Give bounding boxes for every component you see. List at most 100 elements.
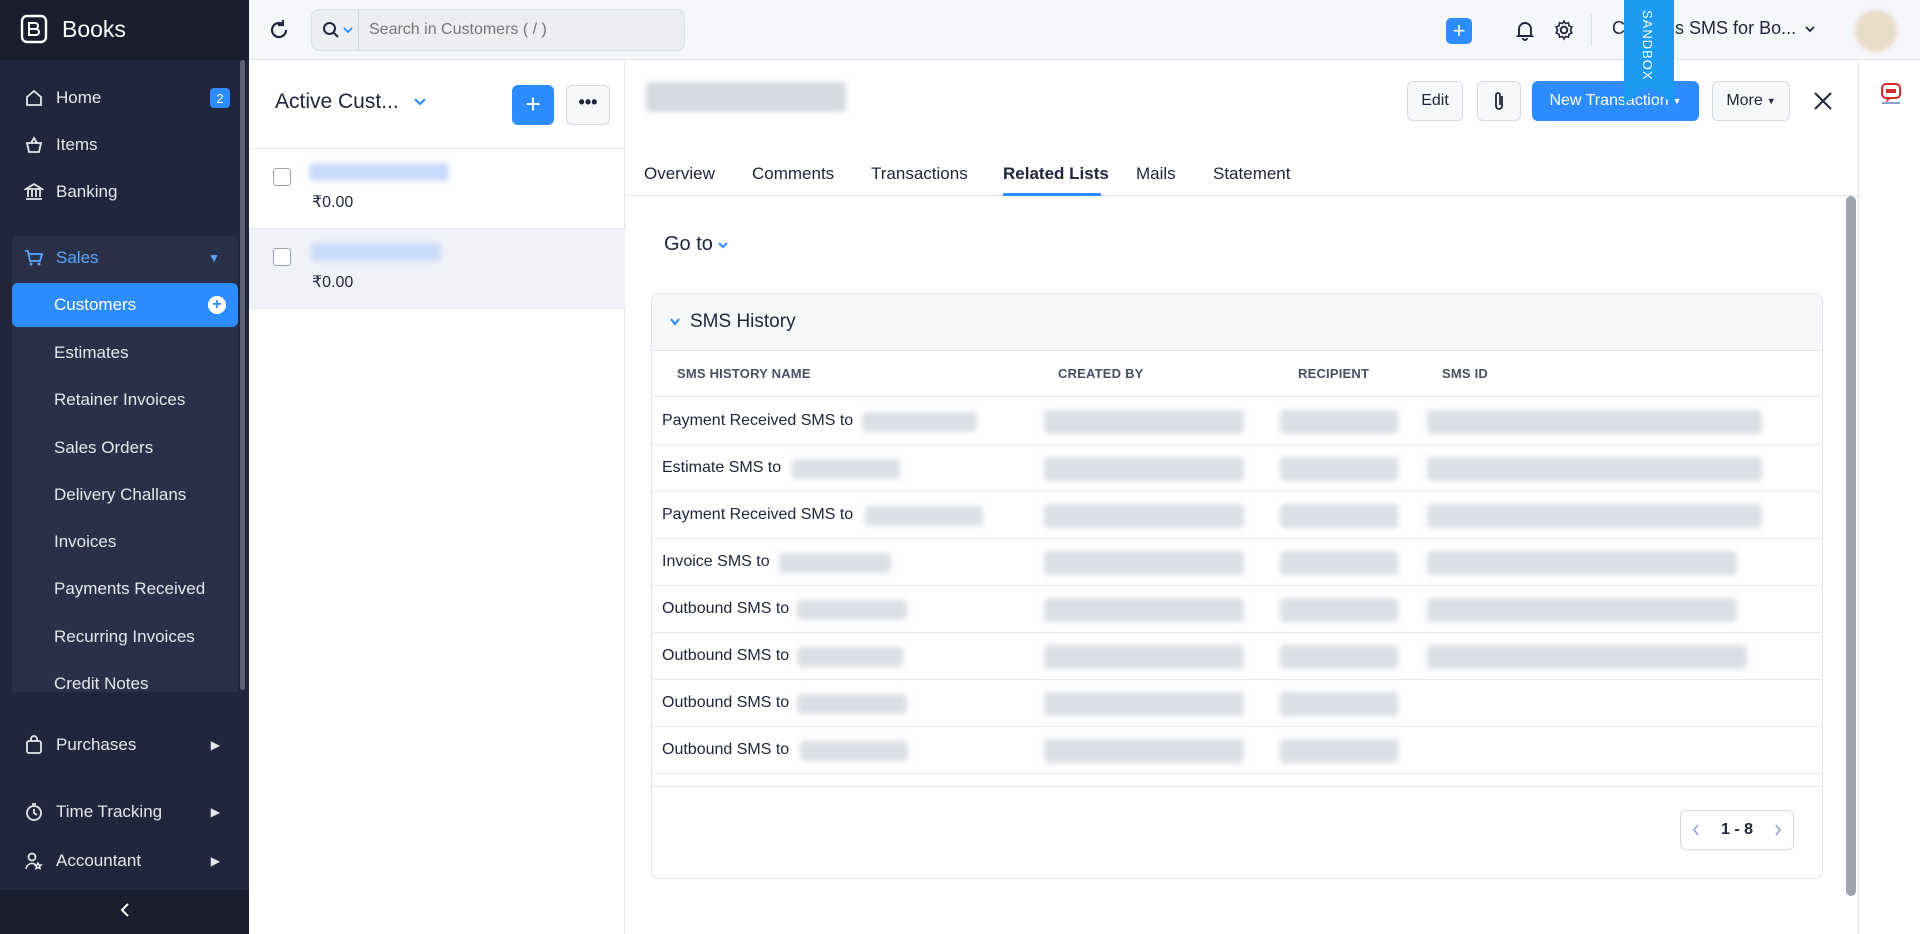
top-bar: SANDBOX + Cequens SMS for Bo... bbox=[249, 0, 1920, 104]
table-row[interactable]: Payment Received SMS to bbox=[652, 398, 1822, 445]
chevron-down-icon bbox=[670, 318, 680, 326]
sidebar-item-purchases[interactable]: Purchases ▶ bbox=[12, 723, 238, 767]
sidebar-item-customers[interactable]: Customers + bbox=[12, 283, 238, 327]
sidebar-item-banking[interactable]: Banking bbox=[12, 170, 238, 214]
customer-title-redacted bbox=[646, 82, 846, 112]
redacted-sms-id bbox=[1427, 598, 1737, 622]
sms-history-name[interactable]: Payment Received SMS to bbox=[662, 506, 853, 524]
sms-history-name[interactable]: Estimate SMS to bbox=[662, 459, 781, 477]
collapse-sidebar-button[interactable] bbox=[0, 890, 249, 934]
tab-comments[interactable]: Comments bbox=[752, 164, 834, 184]
table-row[interactable]: Estimate SMS to bbox=[652, 445, 1822, 492]
sidebar-item-estimates[interactable]: Estimates bbox=[12, 331, 238, 375]
table-header: SMS HISTORY NAME CREATED BY RECIPIENT SM… bbox=[652, 351, 1822, 397]
sidebar-item-invoices[interactable]: Invoices bbox=[12, 520, 238, 564]
table-row[interactable]: Outbound SMS to bbox=[652, 633, 1822, 680]
redacted-recipient bbox=[797, 647, 903, 667]
tab-transactions[interactable]: Transactions bbox=[871, 164, 968, 184]
sidebar-item-payments-received[interactable]: Payments Received bbox=[12, 567, 238, 611]
paperclip-icon bbox=[1495, 92, 1503, 110]
redacted-recipient bbox=[792, 459, 900, 479]
notification-badge: 2 bbox=[210, 88, 230, 108]
chevron-right-icon[interactable] bbox=[1773, 823, 1783, 837]
refresh-icon[interactable] bbox=[267, 18, 291, 42]
table-row[interactable]: Outbound SMS to bbox=[652, 727, 1822, 774]
redacted-recipient-number bbox=[1280, 410, 1398, 434]
tab-divider bbox=[626, 195, 1858, 196]
gear-icon[interactable] bbox=[1552, 18, 1576, 42]
customer-receivable: ₹0.00 bbox=[312, 194, 354, 211]
caret-right-icon: ▶ bbox=[210, 854, 220, 868]
sms-history-name[interactable]: Outbound SMS to bbox=[662, 600, 789, 618]
search-input[interactable] bbox=[359, 21, 659, 39]
redacted-recipient-number bbox=[1280, 692, 1398, 716]
row-checkbox[interactable] bbox=[273, 248, 291, 266]
bell-icon[interactable] bbox=[1513, 18, 1537, 42]
tab-statement[interactable]: Statement bbox=[1213, 164, 1291, 184]
redacted-sms-id bbox=[1427, 645, 1747, 669]
right-rail bbox=[1858, 60, 1920, 934]
section-title: SMS History bbox=[690, 311, 796, 332]
brand[interactable]: Books bbox=[0, 0, 249, 60]
sidebar-item-retainer-invoices[interactable]: Retainer Invoices bbox=[12, 378, 238, 422]
list-title: Active Cust... bbox=[275, 90, 399, 113]
sidebar-item-delivery-challans[interactable]: Delivery Challans bbox=[12, 473, 238, 517]
sidebar-item-label: Estimates bbox=[54, 343, 129, 362]
sms-history-name[interactable]: Invoice SMS to bbox=[662, 553, 770, 571]
close-icon[interactable] bbox=[1812, 90, 1834, 112]
sidebar-item-label: Customers bbox=[54, 295, 137, 314]
sms-history-name[interactable]: Payment Received SMS to bbox=[662, 412, 853, 430]
tab-overview[interactable]: Overview bbox=[644, 164, 715, 184]
redacted-recipient bbox=[862, 412, 977, 432]
pagination[interactable]: 1 - 8 bbox=[1680, 810, 1794, 850]
attachment-button[interactable] bbox=[1477, 81, 1521, 121]
accountant-icon bbox=[22, 849, 46, 873]
sms-history-name[interactable]: Outbound SMS to bbox=[662, 741, 789, 759]
sidebar-item-label: Recurring Invoices bbox=[54, 627, 195, 646]
more-options-button[interactable]: ••• bbox=[566, 85, 610, 125]
add-customer-icon[interactable]: + bbox=[208, 296, 226, 314]
sidebar-item-items[interactable]: Items bbox=[12, 123, 238, 167]
list-item[interactable]: ₹0.00 bbox=[249, 229, 625, 309]
detail-scrollbar[interactable] bbox=[1846, 196, 1856, 896]
chevron-left-icon bbox=[118, 902, 132, 923]
search-bar[interactable] bbox=[311, 9, 685, 51]
redacted-recipient-number bbox=[1280, 598, 1398, 622]
more-button[interactable]: More ▼ bbox=[1712, 81, 1790, 121]
sidebar-item-sales[interactable]: Sales ▼ bbox=[12, 236, 238, 280]
table-footer-divider bbox=[652, 786, 1822, 787]
sidebar-item-accountant[interactable]: Accountant ▶ bbox=[12, 839, 238, 883]
table-row[interactable]: Outbound SMS to bbox=[652, 586, 1822, 633]
sidebar-item-recurring-invoices[interactable]: Recurring Invoices bbox=[12, 615, 238, 659]
edit-button[interactable]: Edit bbox=[1407, 81, 1463, 121]
chevron-left-icon[interactable] bbox=[1691, 823, 1701, 837]
sidebar-item-time-tracking[interactable]: Time Tracking ▶ bbox=[12, 790, 238, 834]
sms-history-header[interactable]: SMS History bbox=[652, 294, 1822, 351]
quick-create-button[interactable]: + bbox=[1446, 18, 1472, 44]
table-row[interactable]: Payment Received SMS to bbox=[652, 492, 1822, 539]
customer-name-redacted bbox=[309, 163, 449, 181]
add-customer-button[interactable]: + bbox=[512, 85, 554, 125]
list-item[interactable]: ₹0.00 bbox=[249, 149, 625, 229]
redacted-created-by bbox=[1044, 504, 1244, 528]
row-checkbox[interactable] bbox=[273, 168, 291, 186]
sidebar-scrollbar[interactable] bbox=[240, 60, 245, 690]
sidebar-item-credit-notes[interactable]: Credit Notes bbox=[12, 662, 238, 706]
goto-dropdown[interactable]: Go to bbox=[664, 233, 729, 256]
redacted-recipient-number bbox=[1280, 504, 1398, 528]
table-row[interactable]: Invoice SMS to bbox=[652, 539, 1822, 586]
list-view-selector[interactable]: Active Cust... bbox=[275, 90, 427, 114]
table-row[interactable]: Outbound SMS to bbox=[652, 680, 1822, 727]
app-widget-icon[interactable] bbox=[1879, 82, 1903, 106]
column-header: SMS HISTORY NAME bbox=[677, 366, 811, 381]
tab-related-lists[interactable]: Related Lists bbox=[1003, 164, 1109, 184]
avatar[interactable] bbox=[1855, 10, 1897, 52]
tab-mails[interactable]: Mails bbox=[1136, 164, 1176, 184]
sidebar-item-sales-orders[interactable]: Sales Orders bbox=[12, 426, 238, 470]
search-icon[interactable] bbox=[322, 21, 358, 39]
sms-history-name[interactable]: Outbound SMS to bbox=[662, 694, 789, 712]
sidebar-item-label: Accountant bbox=[56, 851, 142, 870]
redacted-recipient bbox=[865, 506, 983, 526]
sms-history-name[interactable]: Outbound SMS to bbox=[662, 647, 789, 665]
sidebar-item-home[interactable]: Home 2 bbox=[12, 76, 238, 120]
